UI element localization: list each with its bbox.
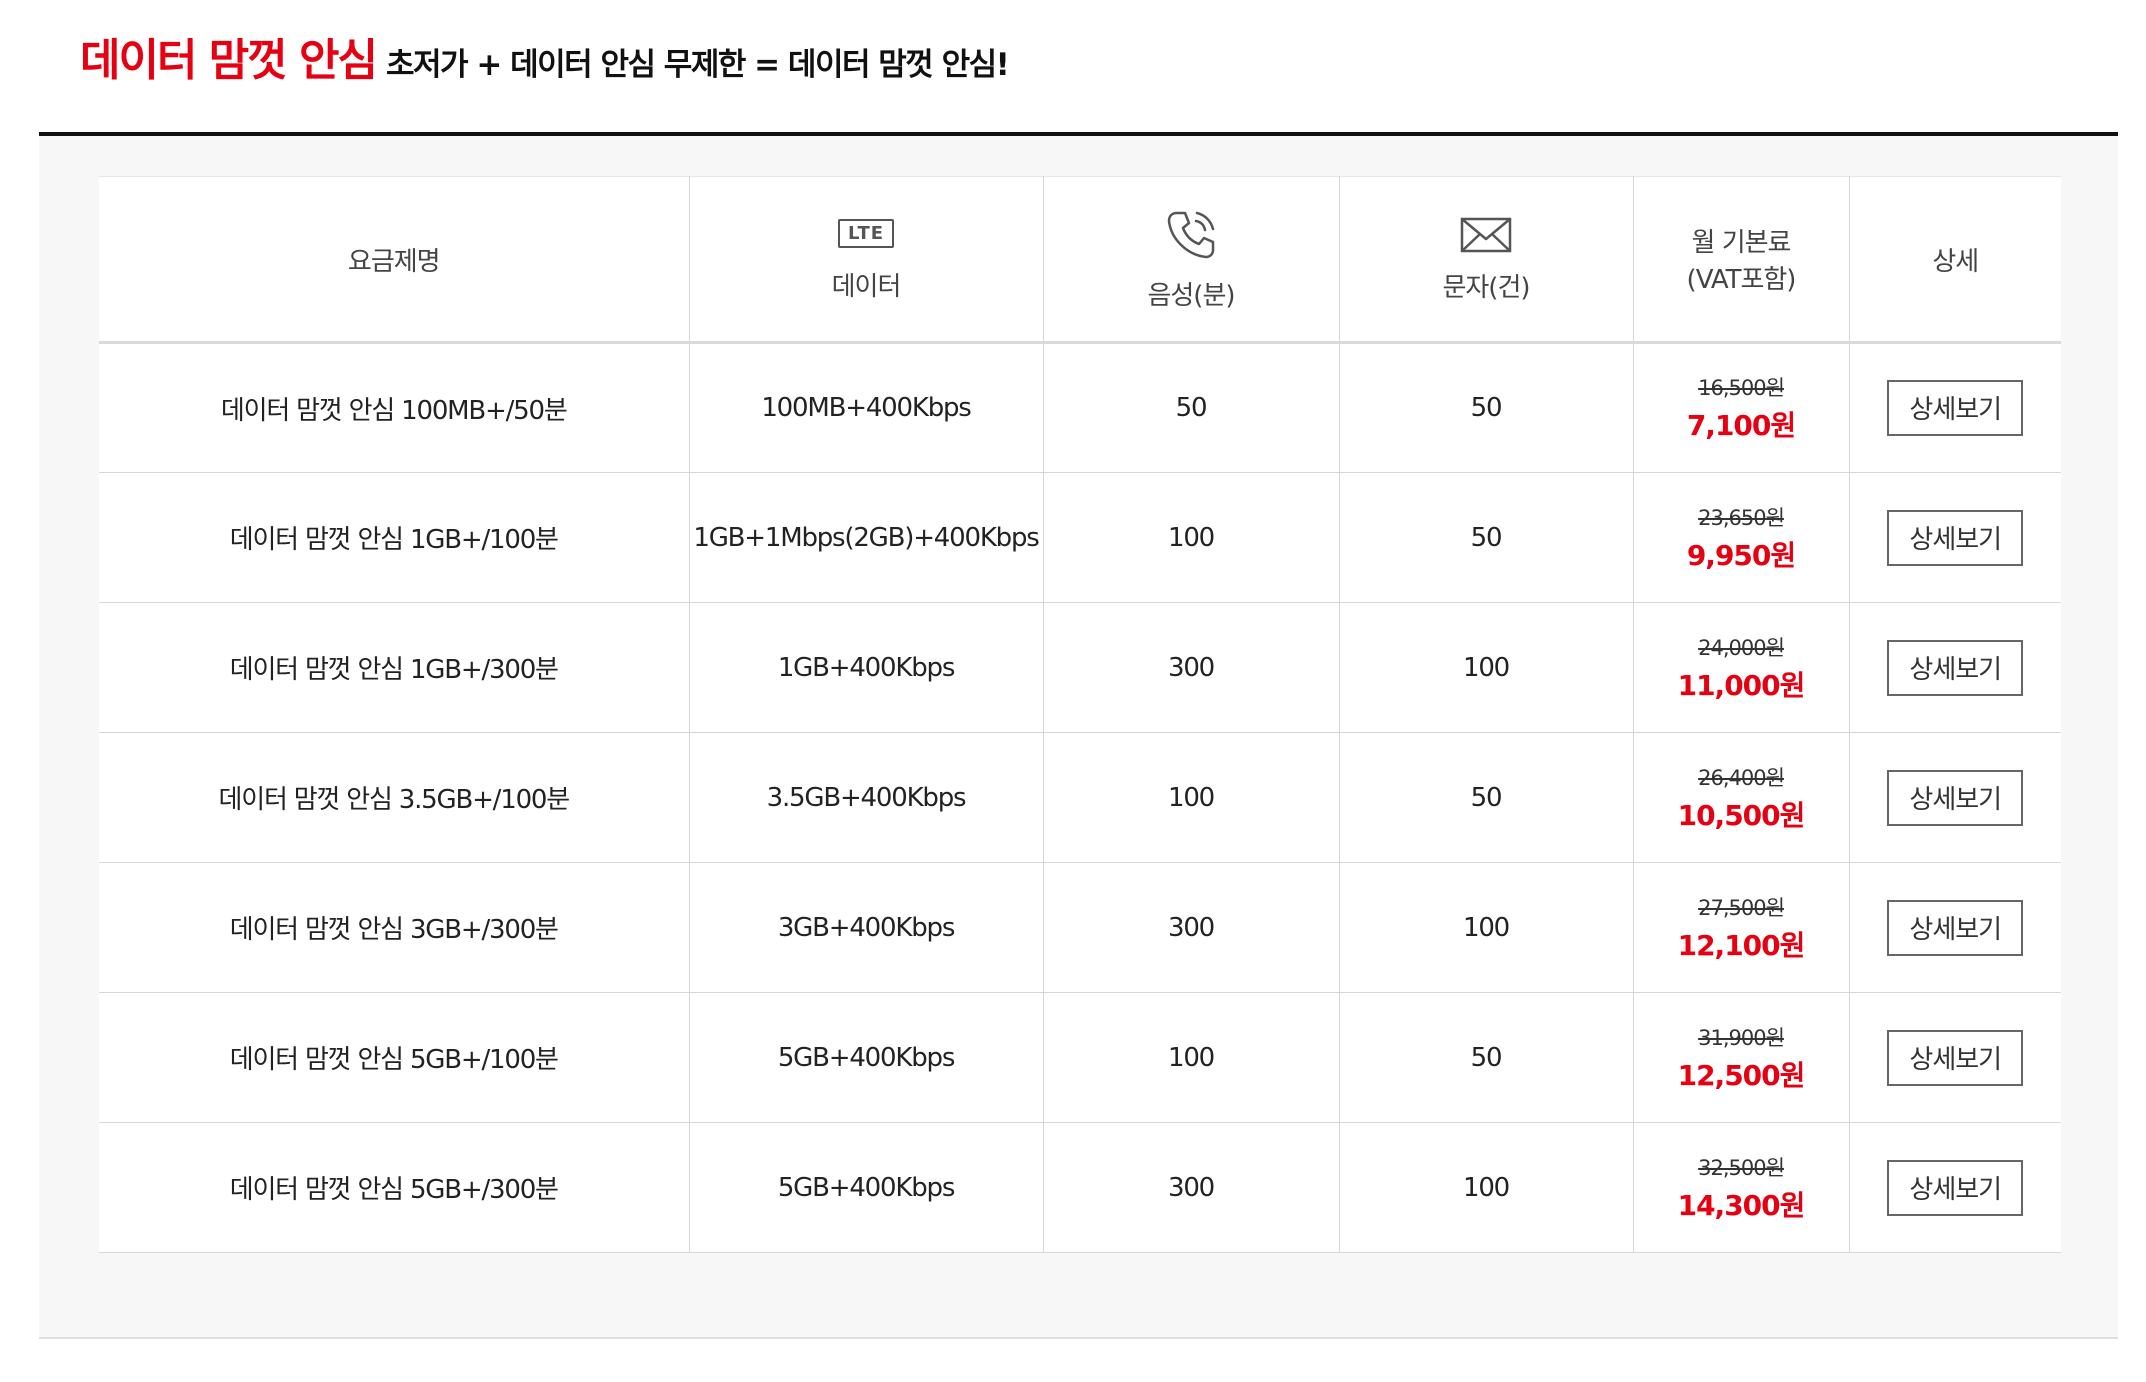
phone-icon — [1167, 211, 1215, 258]
sale-price: 11,000원 — [1677, 668, 1806, 702]
col-header-detail: 상세 — [1848, 176, 2061, 344]
plan-fee: 16,500원 7,100원 — [1632, 342, 1850, 473]
table-row: 데이터 맘껏 안심 1GB+/300분 1GB+400Kbps 300 100 … — [99, 602, 2061, 733]
sale-price: 10,500원 — [1677, 798, 1806, 832]
detail-button[interactable]: 상세보기 — [1887, 1159, 2024, 1216]
detail-button[interactable]: 상세보기 — [1887, 639, 2024, 696]
plan-sms: 100 — [1338, 1122, 1634, 1253]
sale-price: 14,300원 — [1677, 1188, 1806, 1222]
detail-button[interactable]: 상세보기 — [1887, 380, 2024, 436]
page-subtitle: 초저가 + 데이터 안심 무제한 = 데이터 맘껏 안심! — [386, 47, 1010, 83]
col-header-fee: 월 기본료 (VAT포함) — [1632, 176, 1850, 344]
plan-voice: 300 — [1042, 862, 1340, 993]
plan-sms: 50 — [1338, 342, 1634, 473]
plan-voice: 300 — [1042, 602, 1340, 733]
col-header-data: LTE 데이터 — [688, 176, 1044, 344]
table-row: 데이터 맘껏 안심 100MB+/50분 100MB+400Kbps 50 50… — [99, 342, 2061, 473]
plan-voice: 100 — [1042, 472, 1340, 603]
original-price: 16,500원 — [1698, 376, 1785, 400]
plan-detail-cell: 상세보기 — [1848, 602, 2061, 733]
sale-price: 12,100원 — [1677, 928, 1806, 962]
col-header-sms: 문자(건) — [1338, 176, 1634, 344]
plans-table: 요금제명 LTE 데이터 음성(분) 문자(건) 월 기본료 (VAT포함) 상… — [99, 176, 2061, 1253]
plan-detail-cell: 상세보기 — [1848, 992, 2061, 1123]
original-price: 26,400원 — [1698, 765, 1785, 790]
plan-data: 5GB+400Kbps — [688, 992, 1044, 1123]
plan-name: 데이터 맘껏 안심 3GB+/300분 — [99, 862, 690, 993]
original-price: 23,650원 — [1698, 505, 1785, 530]
plan-data: 100MB+400Kbps — [688, 342, 1044, 473]
detail-button[interactable]: 상세보기 — [1887, 509, 2024, 566]
table-row: 데이터 맘껏 안심 5GB+/300분 5GB+400Kbps 300 100 … — [99, 1122, 2061, 1253]
col-header-voice: 음성(분) — [1042, 176, 1340, 344]
page-title: 데이터 맘껏 안심 — [80, 35, 378, 86]
plan-voice: 100 — [1042, 732, 1340, 863]
plan-data: 1GB+1Mbps(2GB)+400Kbps — [688, 472, 1044, 603]
table-row: 데이터 맘껏 안심 1GB+/100분 1GB+1Mbps(2GB)+400Kb… — [99, 472, 2061, 603]
plan-detail-cell: 상세보기 — [1848, 1122, 2061, 1253]
original-price: 24,000원 — [1698, 635, 1785, 660]
plan-detail-cell: 상세보기 — [1848, 342, 2061, 473]
detail-button[interactable]: 상세보기 — [1887, 899, 2024, 956]
table-row: 데이터 맘껏 안심 3.5GB+/100분 3.5GB+400Kbps 100 … — [99, 732, 2061, 863]
sale-price: 9,950원 — [1686, 538, 1796, 572]
plan-data: 3GB+400Kbps — [688, 862, 1044, 993]
original-price: 32,500원 — [1698, 1155, 1785, 1180]
plan-name: 데이터 맘껏 안심 5GB+/300분 — [99, 1122, 690, 1253]
page-header: 데이터 맘껏 안심 초저가 + 데이터 안심 무제한 = 데이터 맘껏 안심! — [80, 24, 1010, 94]
lte-icon: LTE — [837, 218, 895, 248]
sale-price: 12,500원 — [1677, 1058, 1806, 1092]
plan-voice: 100 — [1042, 992, 1340, 1123]
plan-name: 데이터 맘껏 안심 100MB+/50분 — [99, 342, 690, 473]
original-price: 31,900원 — [1698, 1025, 1785, 1050]
col-header-name: 요금제명 — [99, 176, 690, 344]
plan-name: 데이터 맘껏 안심 1GB+/100분 — [99, 472, 690, 603]
detail-button[interactable]: 상세보기 — [1887, 769, 2024, 826]
plan-sms: 50 — [1338, 472, 1634, 603]
plan-name: 데이터 맘껏 안심 3.5GB+/100분 — [99, 732, 690, 863]
plan-sms: 50 — [1338, 732, 1634, 863]
plan-detail-cell: 상세보기 — [1848, 732, 2061, 863]
plan-fee: 23,650원 9,950원 — [1632, 472, 1850, 603]
plan-detail-cell: 상세보기 — [1848, 862, 2061, 993]
plan-sms: 50 — [1338, 992, 1634, 1123]
envelope-icon — [1460, 217, 1512, 252]
plan-data: 3.5GB+400Kbps — [688, 732, 1044, 863]
table-row: 데이터 맘껏 안심 3GB+/300분 3GB+400Kbps 300 100 … — [99, 862, 2061, 993]
plan-name: 데이터 맘껏 안심 1GB+/300분 — [99, 602, 690, 733]
table-header-row: 요금제명 LTE 데이터 음성(분) 문자(건) 월 기본료 (VAT포함) 상… — [99, 176, 2061, 344]
plan-data: 5GB+400Kbps — [688, 1122, 1044, 1253]
table-row: 데이터 맘껏 안심 5GB+/100분 5GB+400Kbps 100 50 3… — [99, 992, 2061, 1123]
plan-fee: 24,000원 11,000원 — [1632, 602, 1850, 733]
detail-button[interactable]: 상세보기 — [1887, 1029, 2024, 1086]
plan-fee: 26,400원 10,500원 — [1632, 732, 1850, 863]
plan-voice: 50 — [1042, 342, 1340, 473]
plan-fee: 27,500원 12,100원 — [1632, 862, 1850, 993]
plan-sms: 100 — [1338, 602, 1634, 733]
original-price: 27,500원 — [1698, 895, 1785, 920]
plan-fee: 32,500원 14,300원 — [1632, 1122, 1850, 1253]
plans-panel: 요금제명 LTE 데이터 음성(분) 문자(건) 월 기본료 (VAT포함) 상… — [39, 136, 2118, 1339]
plan-data: 1GB+400Kbps — [688, 602, 1044, 733]
plan-detail-cell: 상세보기 — [1848, 472, 2061, 603]
plan-voice: 300 — [1042, 1122, 1340, 1253]
plan-sms: 100 — [1338, 862, 1634, 993]
plan-fee: 31,900원 12,500원 — [1632, 992, 1850, 1123]
plan-name: 데이터 맘껏 안심 5GB+/100분 — [99, 992, 690, 1123]
sale-price: 7,100원 — [1686, 409, 1796, 442]
